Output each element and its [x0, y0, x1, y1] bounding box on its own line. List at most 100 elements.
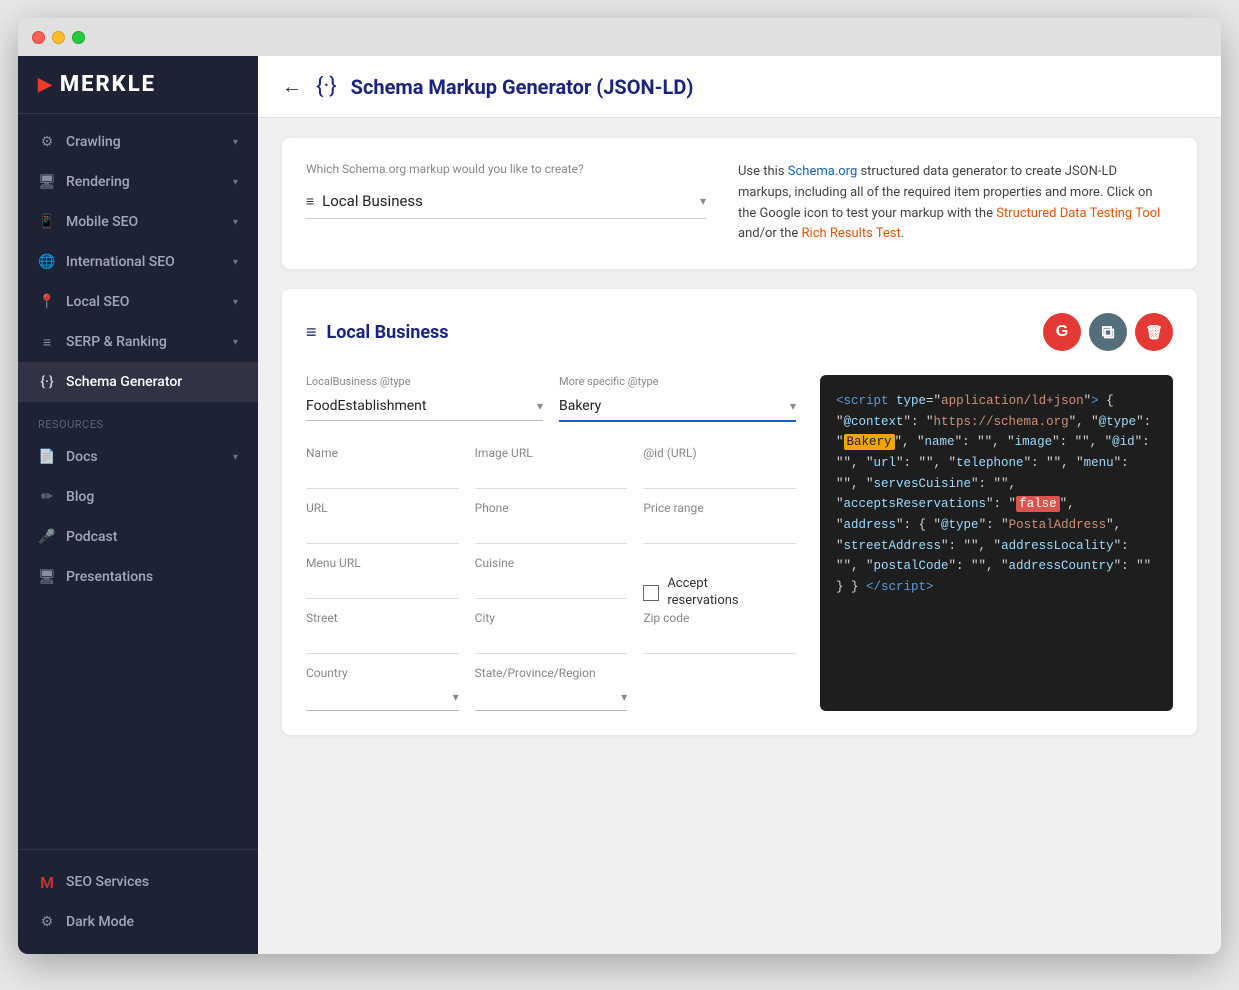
cuisine-input[interactable] [475, 574, 628, 599]
specific-type-select[interactable]: Bakery ▾ [559, 392, 796, 422]
chevron-down-icon: ▾ [233, 217, 238, 228]
page-title: Schema Markup Generator (JSON-LD) [351, 75, 694, 99]
header-schema-icon: {·} [316, 74, 337, 99]
sidebar-item-international-seo[interactable]: 🌐 International SEO ▾ [18, 242, 258, 282]
sidebar-item-label: International SEO [66, 254, 175, 270]
sidebar-item-blog[interactable]: ✏ Blog [18, 477, 258, 517]
google-test-button[interactable]: G [1043, 313, 1081, 351]
sidebar-item-label: Podcast [66, 529, 117, 545]
chevron-down-icon: ▾ [233, 297, 238, 308]
minimize-button[interactable] [52, 31, 65, 44]
code-panel: <script type="application/ld+json"> { "@… [820, 375, 1173, 711]
sidebar-item-schema-generator[interactable]: {·} Schema Generator [18, 362, 258, 402]
local-business-type-label: LocalBusiness @type [306, 375, 543, 388]
close-button[interactable] [32, 31, 45, 44]
menu-url-input[interactable] [306, 574, 459, 599]
chevron-down-icon: ▾ [233, 137, 238, 148]
price-range-field-group: Price range [643, 501, 796, 556]
id-url-label: @id (URL) [643, 446, 796, 460]
cuisine-label: Cuisine [475, 556, 628, 570]
zip-input[interactable] [643, 629, 796, 654]
price-range-input[interactable] [643, 519, 796, 544]
sidebar-item-crawling[interactable]: ⚙ Crawling ▾ [18, 122, 258, 162]
back-button[interactable]: ← [282, 74, 302, 99]
specific-type-chevron-icon: ▾ [790, 399, 796, 413]
dark-mode-icon: ⚙ [38, 913, 56, 931]
type-row: LocalBusiness @type FoodEstablishment ▾ … [306, 375, 796, 422]
country-select[interactable]: ▾ [306, 684, 459, 711]
logo: ▶ MERKLE [18, 56, 258, 114]
form-body: LocalBusiness @type FoodEstablishment ▾ … [306, 375, 1173, 711]
specific-type-field: More specific @type Bakery ▾ [559, 375, 796, 422]
id-url-input[interactable] [643, 464, 796, 489]
city-label: City [475, 611, 628, 625]
id-url-field-group: @id (URL) [643, 446, 796, 501]
sidebar-item-label: Mobile SEO [66, 214, 138, 230]
maximize-button[interactable] [72, 31, 85, 44]
sidebar-item-presentations[interactable]: 🖥 Presentations [18, 557, 258, 597]
sidebar-item-seo-services[interactable]: M SEO Services [18, 862, 258, 902]
url-field-group: URL [306, 501, 459, 556]
accept-reservations-field-group: Acceptreservations [643, 556, 796, 611]
sidebar-item-rendering[interactable]: 🖥 Rendering ▾ [18, 162, 258, 202]
sidebar-nav: ⚙ Crawling ▾ 🖥 Rendering ▾ 📱 Mobile SE [18, 114, 258, 849]
state-select[interactable]: ▾ [475, 684, 628, 711]
main-content: ← {·} Schema Markup Generator (JSON-LD) … [258, 56, 1221, 954]
sidebar-item-label: Crawling [66, 134, 121, 150]
zip-label: Zip code [643, 611, 796, 625]
phone-label: Phone [475, 501, 628, 515]
podcast-icon: 🎤 [38, 528, 56, 546]
url-label: URL [306, 501, 459, 515]
chevron-down-icon: ▾ [233, 337, 238, 348]
zip-field-group: Zip code [643, 611, 796, 666]
sidebar-item-label: SEO Services [66, 874, 149, 890]
cuisine-field-group: Cuisine [475, 556, 628, 611]
sidebar-item-label: Docs [66, 449, 98, 465]
structured-data-link[interactable]: Structured Data Testing Tool [996, 206, 1160, 221]
name-field-group: Name [306, 446, 459, 501]
delete-button[interactable]: 🗑 [1135, 313, 1173, 351]
accept-reservations-checkbox[interactable] [643, 585, 659, 601]
schema-org-link[interactable]: Schema.org [788, 164, 857, 179]
sidebar-item-dark-mode[interactable]: ⚙ Dark Mode [18, 902, 258, 942]
local-business-type-field: LocalBusiness @type FoodEstablishment ▾ [306, 375, 543, 422]
info-description: Use this Schema.org structured data gene… [738, 162, 1173, 245]
fields-grid: Name Image URL @id (URL) [306, 446, 796, 711]
docs-icon: 📄 [38, 448, 56, 466]
rendering-icon: 🖥 [38, 173, 56, 191]
form-title-icon: ≡ [306, 322, 317, 343]
schema-select-wrapper[interactable]: ≡ Local Business ▾ [306, 184, 706, 219]
sidebar-item-label: Schema Generator [66, 374, 182, 390]
sidebar-item-serp-ranking[interactable]: ≡ SERP & Ranking ▾ [18, 322, 258, 362]
copy-button[interactable]: ⧉ [1089, 313, 1127, 351]
menu-url-label: Menu URL [306, 556, 459, 570]
state-label: State/Province/Region [475, 666, 628, 680]
specific-type-value: Bakery [559, 398, 790, 414]
phone-input[interactable] [475, 519, 628, 544]
street-label: Street [306, 611, 459, 625]
local-business-type-select[interactable]: FoodEstablishment ▾ [306, 392, 543, 421]
name-input[interactable] [306, 464, 459, 489]
sidebar-item-local-seo[interactable]: 📍 Local SEO ▾ [18, 282, 258, 322]
sidebar-item-mobile-seo[interactable]: 📱 Mobile SEO ▾ [18, 202, 258, 242]
city-field-group: City [475, 611, 628, 666]
serp-icon: ≡ [38, 333, 56, 351]
logo-label: MERKLE [60, 72, 156, 97]
blog-icon: ✏ [38, 488, 56, 506]
title-bar [18, 18, 1221, 56]
image-url-input[interactable] [475, 464, 628, 489]
action-buttons: G ⧉ 🗑 [1043, 313, 1173, 351]
image-url-field-group: Image URL [475, 446, 628, 501]
city-input[interactable] [475, 629, 628, 654]
form-card-header: ≡ Local Business G ⧉ 🗑 [306, 313, 1173, 351]
url-input[interactable] [306, 519, 459, 544]
schema-select-label: Which Schema.org markup would you like t… [306, 162, 706, 176]
street-input[interactable] [306, 629, 459, 654]
logo-arrow-icon: ▶ [38, 74, 54, 95]
sidebar-item-podcast[interactable]: 🎤 Podcast [18, 517, 258, 557]
schema-icon: {·} [38, 373, 56, 391]
sidebar-item-docs[interactable]: 📄 Docs ▾ [18, 437, 258, 477]
type-chevron-icon: ▾ [537, 399, 543, 413]
rich-results-link[interactable]: Rich Results Test [802, 226, 901, 241]
phone-field-group: Phone [475, 501, 628, 556]
